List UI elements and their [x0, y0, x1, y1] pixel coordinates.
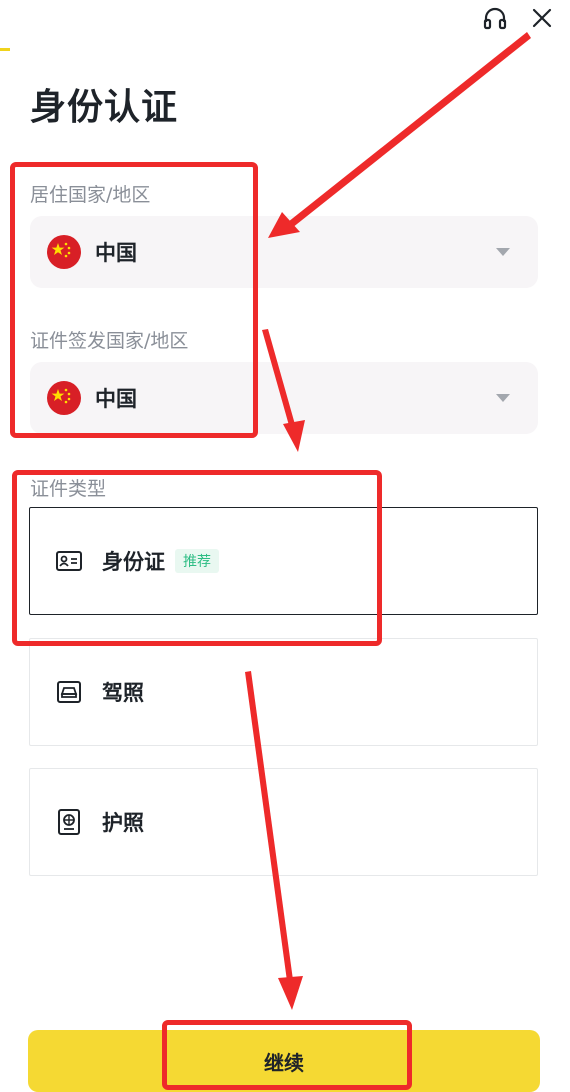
passport-icon [54, 807, 84, 837]
doc-option-label: 身份证 [102, 550, 165, 574]
residence-country-label: 居住国家/地区 [30, 184, 151, 206]
car-icon [54, 677, 84, 707]
recommended-badge: 推荐 [175, 549, 219, 573]
continue-button[interactable]: 继续 [28, 1030, 540, 1092]
issuing-country-label: 证件签发国家/地区 [30, 330, 189, 352]
doc-option-id-card[interactable]: 身份证 推荐 [29, 507, 538, 615]
annotation-arrowhead [278, 976, 303, 1010]
issuing-country-select[interactable]: 中国 [30, 362, 538, 434]
close-icon[interactable] [530, 6, 554, 34]
doc-option-passport[interactable]: 护照 [29, 768, 538, 876]
chevron-down-icon [496, 248, 510, 256]
document-type-label: 证件类型 [30, 478, 107, 500]
doc-option-label: 驾照 [102, 681, 144, 705]
headset-icon[interactable] [482, 6, 508, 36]
page-title: 身份认证 [30, 87, 179, 128]
id-card-icon [54, 546, 84, 576]
issuing-country-value: 中国 [95, 387, 137, 411]
accent-tick [0, 48, 10, 51]
china-flag-icon [47, 381, 81, 415]
residence-country-value: 中国 [95, 241, 137, 265]
doc-option-label: 护照 [102, 811, 144, 835]
china-flag-icon [47, 235, 81, 269]
annotation-arrow [288, 32, 531, 228]
residence-country-select[interactable]: 中国 [30, 216, 538, 288]
chevron-down-icon [496, 394, 510, 402]
doc-option-driver-license[interactable]: 驾照 [29, 638, 538, 746]
